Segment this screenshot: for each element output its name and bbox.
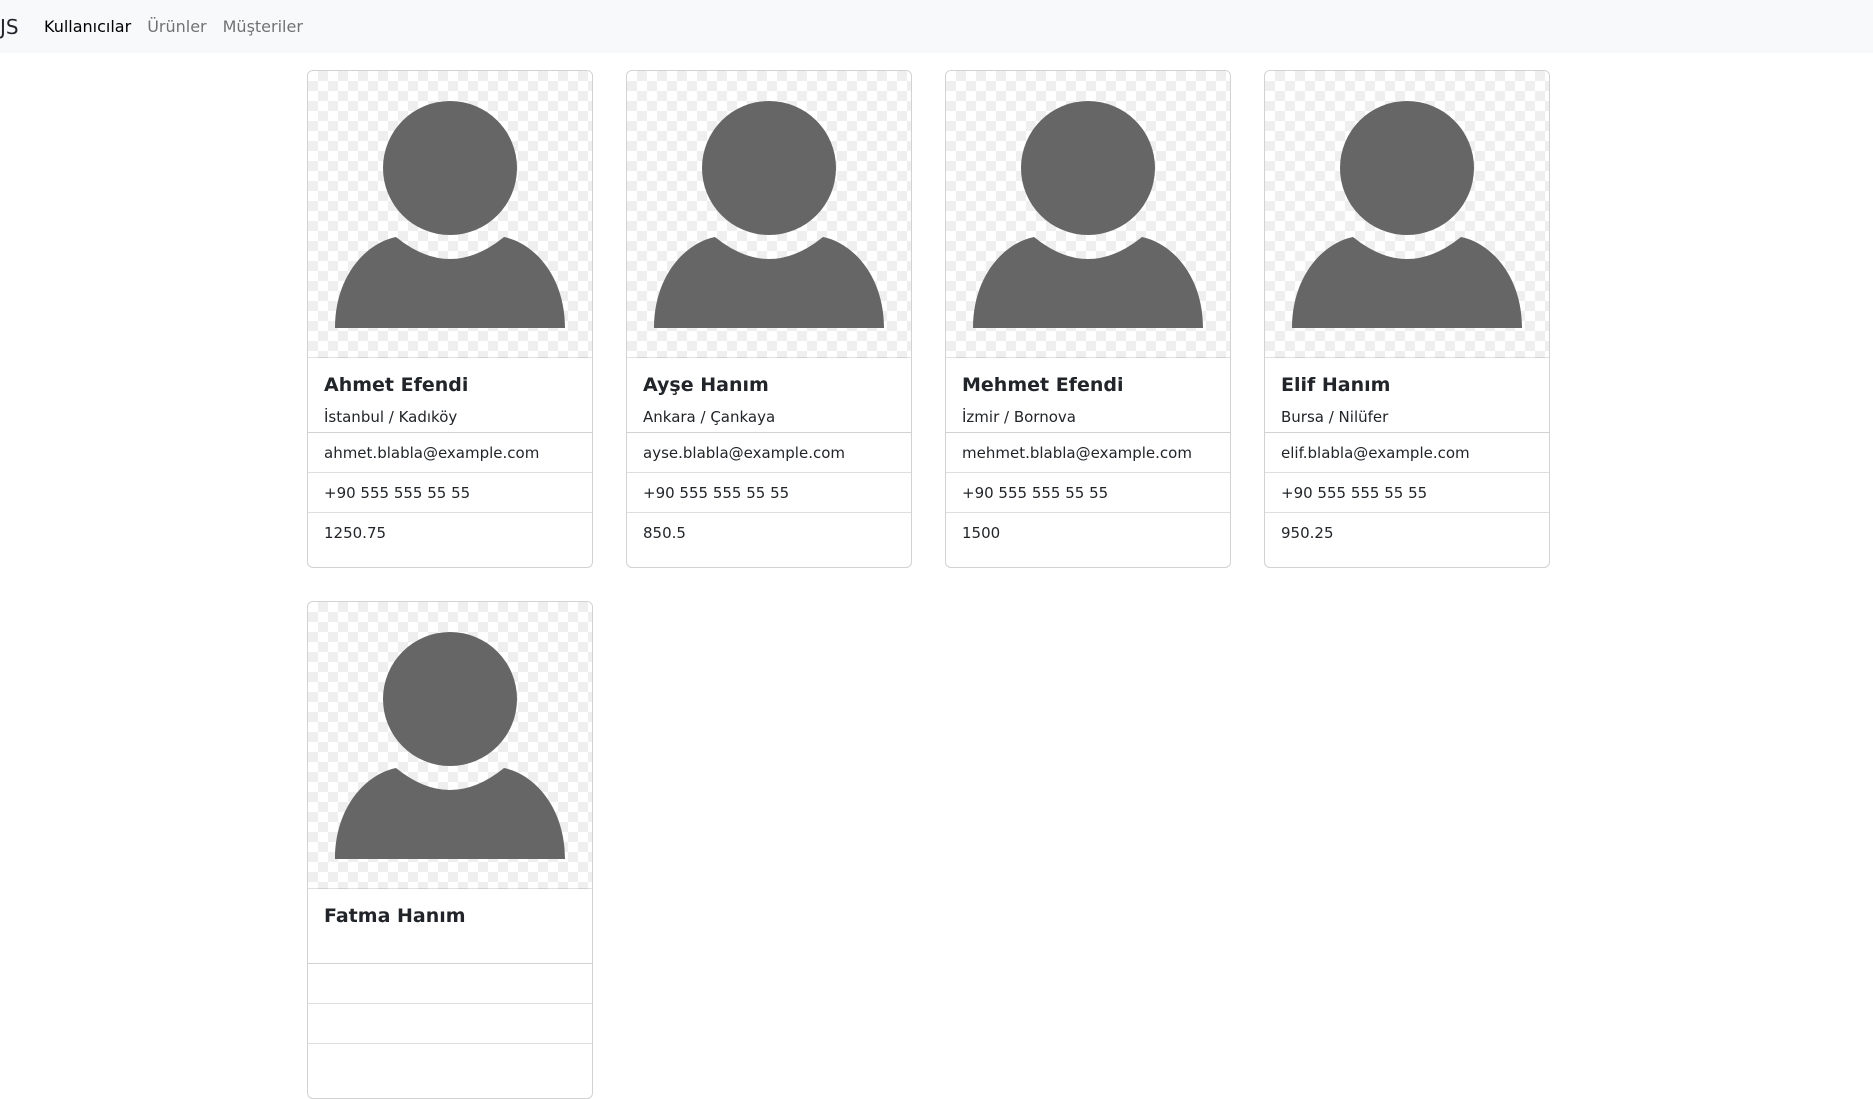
user-email: mehmet.blabla@example.com [946, 433, 1230, 473]
card-body: Mehmet Efendi İzmir / Bornova [946, 358, 1230, 433]
user-avatar-icon [1265, 71, 1549, 358]
user-balance: 950.25 [1281, 524, 1334, 542]
user-card: Ahmet Efendi İstanbul / Kadıköy ahmet.bl… [307, 70, 593, 568]
user-card: Mehmet Efendi İzmir / Bornova mehmet.bla… [945, 70, 1231, 568]
card-body: Elif Hanım Bursa / Nilüfer [1265, 358, 1549, 433]
card-body: Ayşe Hanım Ankara / Çankaya [627, 358, 911, 433]
nav-link-kullanicilar[interactable]: Kullanıcılar [44, 17, 131, 36]
user-phone: +90 555 555 55 55 [946, 473, 1230, 513]
user-balance: 850.5 [643, 524, 686, 542]
user-card: Fatma Hanım [307, 601, 593, 1099]
user-phone: +90 555 555 55 55 [627, 473, 911, 513]
user-name: Ahmet Efendi [324, 374, 469, 396]
user-email: elif.blabla@example.com [1265, 433, 1549, 473]
user-avatar-icon [946, 71, 1230, 358]
navbar: JS Kullanıcılar Ürünler Müşteriler [0, 0, 1873, 53]
user-name: Elif Hanım [1281, 374, 1391, 396]
user-phone: +90 555 555 55 55 [308, 473, 592, 513]
user-location: Ankara / Çankaya [643, 408, 776, 426]
user-location: İzmir / Bornova [962, 408, 1076, 426]
user-phone: +90 555 555 55 55 [1265, 473, 1549, 513]
user-card: Ayşe Hanım Ankara / Çankaya ayse.blabla@… [626, 70, 912, 568]
card-body: Ahmet Efendi İstanbul / Kadıköy [308, 358, 592, 433]
user-phone [308, 1004, 592, 1044]
user-name: Fatma Hanım [324, 905, 466, 927]
user-card: Elif Hanım Bursa / Nilüfer elif.blabla@e… [1264, 70, 1550, 568]
user-name: Ayşe Hanım [643, 374, 769, 396]
user-name: Mehmet Efendi [962, 374, 1124, 396]
user-avatar-icon [627, 71, 911, 358]
user-balance [308, 1044, 592, 1084]
user-email: ahmet.blabla@example.com [308, 433, 592, 473]
user-email: ayse.blabla@example.com [627, 433, 911, 473]
user-avatar-icon [308, 602, 592, 889]
user-location: İstanbul / Kadıköy [324, 408, 458, 426]
user-balance: 1250.75 [324, 524, 387, 542]
brand-logo[interactable]: JS [0, 15, 44, 39]
user-card-grid: Ahmet Efendi İstanbul / Kadıköy ahmet.bl… [307, 70, 1567, 1099]
user-email [308, 964, 592, 1004]
nav-link-urunler[interactable]: Ürünler [147, 17, 206, 36]
user-avatar-icon [308, 71, 592, 358]
user-balance: 1500 [962, 524, 1001, 542]
nav-link-musteriler[interactable]: Müşteriler [223, 17, 303, 36]
card-body: Fatma Hanım [308, 889, 592, 964]
user-location: Bursa / Nilüfer [1281, 408, 1389, 426]
